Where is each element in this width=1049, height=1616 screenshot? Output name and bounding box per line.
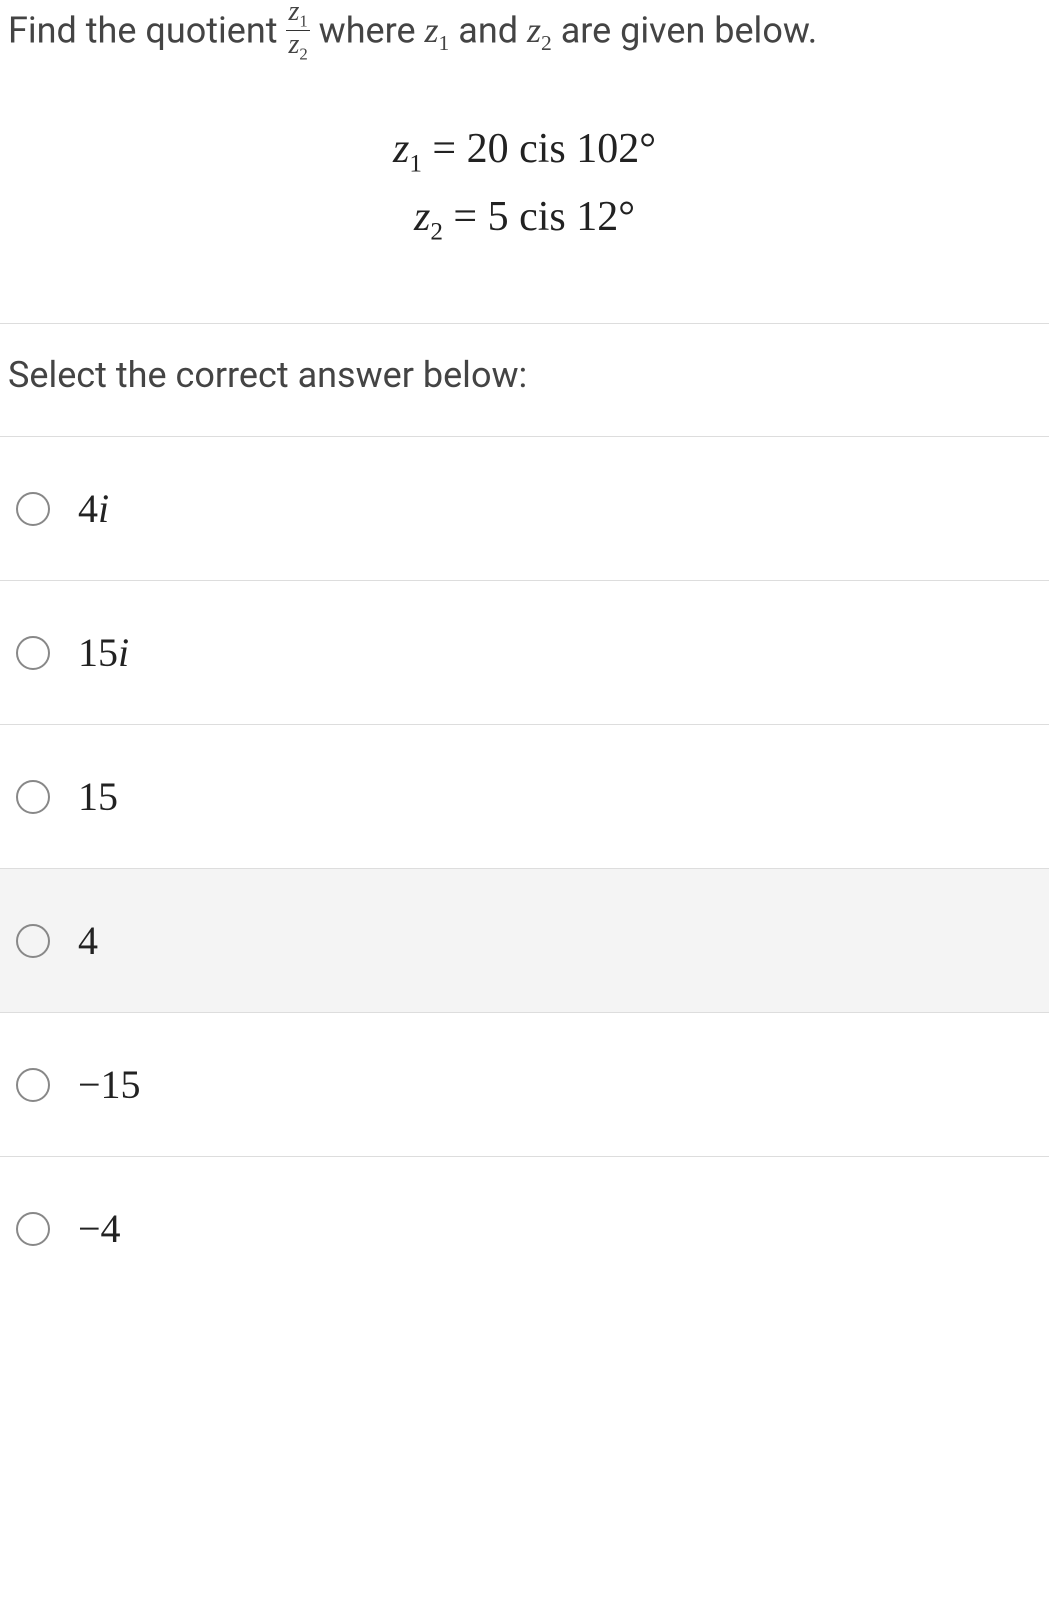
option-5[interactable]: −15 — [0, 1012, 1049, 1156]
question-and: and — [449, 9, 527, 51]
answer-prompt: Select the correct answer below: — [0, 324, 1049, 436]
var-z1: z1 — [425, 10, 450, 50]
option-label: 15i — [78, 629, 129, 676]
option-label: 15 — [78, 773, 118, 820]
option-label: 4i — [78, 485, 109, 532]
question-pre: Find the quotient — [8, 9, 286, 51]
question-text: Find the quotient z1z2 where z1 and z2 a… — [8, 0, 1041, 66]
options-list: 4i 15i 15 4 −15 −4 — [0, 436, 1049, 1300]
radio-icon — [16, 1212, 50, 1246]
equations: z1 = 20 cis 102° z2 = 5 cis 12° — [8, 116, 1041, 253]
question-block: Find the quotient z1z2 where z1 and z2 a… — [0, 0, 1049, 283]
option-3[interactable]: 15 — [0, 724, 1049, 868]
question-mid: where — [310, 9, 425, 51]
var-z2: z2 — [527, 10, 552, 50]
radio-icon — [16, 1068, 50, 1102]
option-2[interactable]: 15i — [0, 580, 1049, 724]
option-1[interactable]: 4i — [0, 436, 1049, 580]
fraction-z1-z2: z1z2 — [286, 0, 309, 64]
radio-icon — [16, 636, 50, 670]
option-6[interactable]: −4 — [0, 1156, 1049, 1300]
option-label: 4 — [78, 917, 98, 964]
option-4[interactable]: 4 — [0, 868, 1049, 1012]
radio-icon — [16, 492, 50, 526]
radio-icon — [16, 780, 50, 814]
option-label: −4 — [78, 1205, 121, 1252]
radio-icon — [16, 924, 50, 958]
equation-z1: z1 = 20 cis 102° — [8, 116, 1041, 185]
question-post: are given below. — [552, 9, 817, 51]
option-label: −15 — [78, 1061, 141, 1108]
equation-z2: z2 = 5 cis 12° — [8, 184, 1041, 253]
